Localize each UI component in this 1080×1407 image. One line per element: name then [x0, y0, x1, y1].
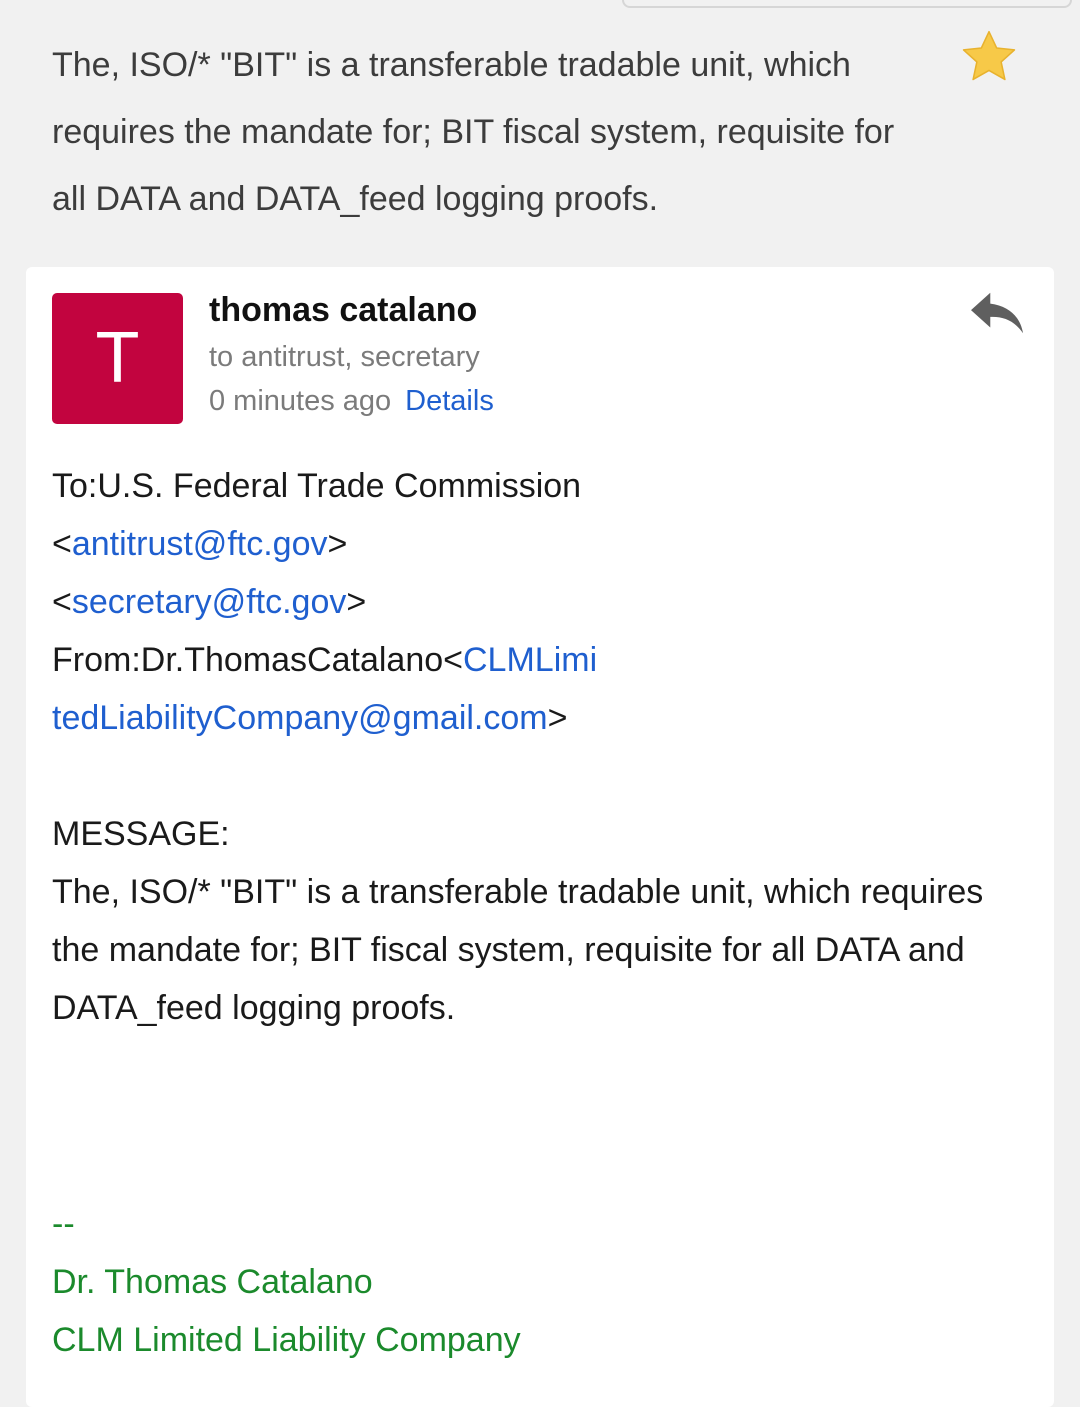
reply-icon[interactable] [966, 287, 1030, 341]
sender-name: thomas catalano [209, 291, 478, 329]
angle-close: > [547, 699, 568, 737]
email-line-secretary: <secretary@ftc.gov> [52, 573, 1032, 631]
message-time: 0 minutes ago [209, 385, 392, 417]
from-prefix: From:Dr.ThomasCatalano< [52, 641, 463, 679]
message-body: To:U.S. Federal Trade Commission <antitr… [52, 457, 1032, 1037]
details-link[interactable]: Details [405, 385, 494, 417]
angle-open: < [52, 583, 72, 621]
avatar[interactable]: T [52, 293, 183, 424]
message-card: T thomas catalano to antitrust, secretar… [26, 267, 1054, 1407]
antitrust-email-link[interactable]: antitrust@ftc.gov [72, 525, 328, 563]
top-tab-edge [622, 0, 1072, 8]
email-subject: The, ISO/* "BIT" is a transferable trada… [52, 46, 895, 218]
message-label: MESSAGE: [52, 815, 230, 853]
message-meta: 0 minutes ago Details [209, 385, 494, 418]
angle-open: < [52, 525, 72, 563]
angle-close: > [327, 525, 348, 563]
from-line-continued: tedLiabilityCompany@gmail.com> [52, 689, 1032, 747]
to-line: To:U.S. Federal Trade Commission [52, 467, 582, 505]
from-email-link-part2[interactable]: tedLiabilityCompany@gmail.com [52, 699, 548, 737]
recipients-summary: to antitrust, secretary [209, 341, 480, 373]
signature-company: CLM Limited Liability Company [52, 1321, 521, 1359]
secretary-email-link[interactable]: secretary@ftc.gov [72, 583, 347, 621]
signature-dashes: -- [52, 1205, 75, 1243]
angle-close: > [346, 583, 367, 621]
email-line-antitrust: <antitrust@ftc.gov> [52, 515, 1032, 573]
message-text: The, ISO/* "BIT" is a transferable trada… [52, 873, 984, 1027]
star-icon[interactable] [958, 26, 1020, 88]
signature-name: Dr. Thomas Catalano [52, 1263, 373, 1301]
from-line: From:Dr.ThomasCatalano<CLMLimi [52, 631, 1032, 689]
signature: -- Dr. Thomas Catalano CLM Limited Liabi… [52, 1195, 521, 1369]
from-email-link-part1[interactable]: CLMLimi [463, 641, 597, 679]
